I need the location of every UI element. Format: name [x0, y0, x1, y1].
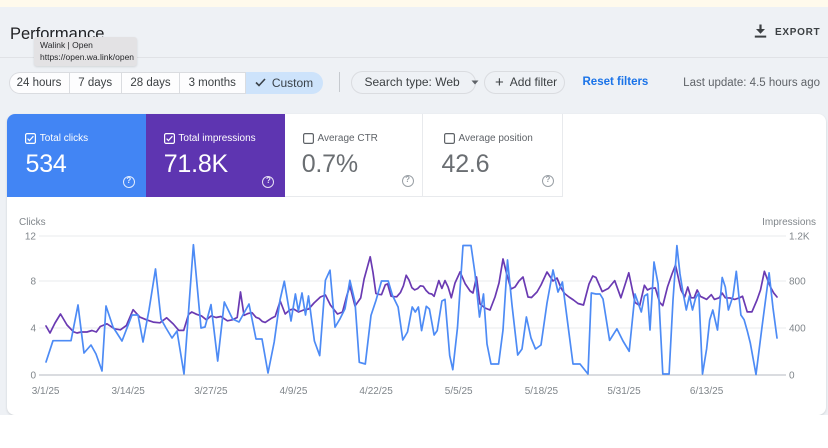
svg-text:1.2K: 1.2K [789, 232, 810, 243]
svg-text:12: 12 [25, 232, 37, 243]
svg-text:6/13/25: 6/13/25 [690, 386, 724, 397]
svg-text:0: 0 [30, 371, 36, 382]
svg-text:3/1/25: 3/1/25 [32, 386, 60, 397]
svg-text:0: 0 [789, 371, 795, 382]
svg-text:8: 8 [30, 277, 36, 288]
svg-text:400: 400 [789, 324, 806, 335]
svg-text:4/22/25: 4/22/25 [359, 386, 393, 397]
svg-text:Clicks: Clicks [19, 217, 46, 228]
svg-text:4/9/25: 4/9/25 [280, 386, 308, 397]
svg-text:5/31/25: 5/31/25 [607, 386, 641, 397]
svg-text:800: 800 [789, 277, 806, 288]
svg-text:4: 4 [30, 324, 36, 335]
svg-text:5/18/25: 5/18/25 [525, 386, 559, 397]
svg-text:5/5/25: 5/5/25 [445, 386, 473, 397]
svg-text:Impressions: Impressions [762, 217, 816, 228]
svg-text:3/27/25: 3/27/25 [194, 386, 228, 397]
svg-text:3/14/25: 3/14/25 [112, 386, 146, 397]
